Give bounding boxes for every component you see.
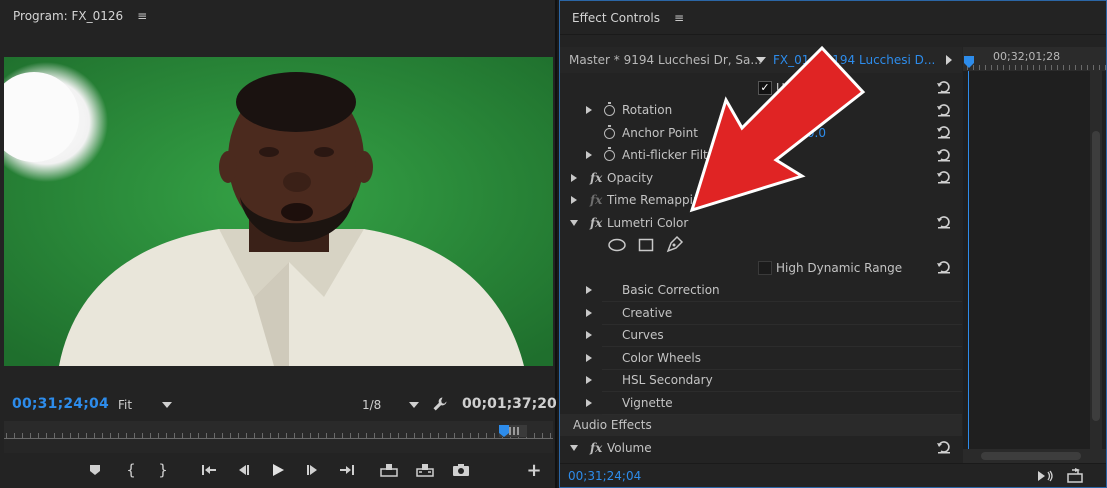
extract-button[interactable] — [415, 460, 435, 480]
playhead-icon[interactable] — [963, 55, 975, 69]
resolution-dropdown[interactable]: 1/8 — [362, 396, 420, 414]
panel-menu-icon[interactable]: ≡ — [137, 10, 147, 22]
export-frame-icon — [453, 464, 469, 476]
effect-timeline-area[interactable]: 00;32;01;28 — [963, 47, 1106, 463]
resolution-dropdown-label: 1/8 — [362, 398, 382, 412]
scrollbar-thumb[interactable] — [981, 452, 1081, 460]
program-current-timecode[interactable]: 00;31;24;04 — [12, 396, 109, 412]
timeline-ticks — [967, 65, 1106, 70]
effect-controls-header: Effect Controls ≡ — [560, 1, 1106, 35]
go-to-in-button[interactable] — [199, 460, 219, 480]
mark-out-button[interactable]: } — [153, 460, 173, 480]
program-monitor-panel: Program: FX_0126 ≡ 00;31;24;04 Fit 1/8 0… — [0, 0, 557, 488]
go-to-out-icon — [340, 465, 354, 475]
extract-icon — [416, 464, 434, 477]
effect-controls-footer: 00;31;24;04 — [560, 463, 1106, 487]
play-icon — [273, 464, 284, 476]
add-marker-button[interactable] — [85, 460, 105, 480]
fit-dropdown[interactable]: Fit — [118, 396, 173, 414]
step-forward-button[interactable] — [303, 460, 323, 480]
export-icon[interactable] — [1066, 468, 1084, 484]
play-audio-icon[interactable] — [1036, 468, 1054, 484]
go-to-out-button[interactable] — [337, 460, 357, 480]
program-panel-title[interactable]: Program: FX_0126 — [13, 9, 123, 23]
step-back-button[interactable] — [233, 460, 253, 480]
button-editor-button[interactable]: + — [524, 459, 544, 481]
panel-menu-icon[interactable]: ≡ — [674, 12, 684, 24]
effect-controls-title[interactable]: Effect Controls — [572, 11, 660, 25]
chevron-down-icon — [409, 402, 420, 408]
vertical-scrollbar[interactable] — [1090, 71, 1102, 449]
fit-dropdown-label: Fit — [118, 398, 133, 412]
step-back-icon — [239, 465, 249, 475]
program-time-ruler[interactable] — [4, 421, 553, 439]
program-zoom-scrollbar[interactable] — [4, 439, 553, 453]
lift-button[interactable] — [379, 460, 399, 480]
effect-timeline-ruler[interactable]: 00;32;01;28 — [963, 47, 1106, 71]
mark-in-icon: { — [126, 461, 136, 479]
program-panel-header: Program: FX_0126 ≡ — [0, 0, 555, 32]
show-timeline-icon[interactable] — [946, 55, 952, 65]
add-button-icon: + — [526, 459, 542, 481]
settings-wrench-icon[interactable] — [432, 396, 448, 412]
scrollbar-thumb[interactable] — [1092, 131, 1100, 421]
chevron-down-icon — [162, 402, 173, 408]
horizontal-scrollbar[interactable] — [963, 449, 1106, 463]
playhead-line — [968, 71, 969, 449]
mark-out-icon: } — [158, 461, 168, 479]
program-duration-timecode: 00;01;37;20 — [462, 396, 557, 412]
lift-icon — [380, 464, 398, 477]
time-ruler-ticks — [4, 425, 553, 439]
play-button[interactable] — [268, 460, 288, 480]
go-to-in-icon — [202, 465, 216, 475]
video-frame-image — [4, 57, 553, 366]
footer-timecode[interactable]: 00;31;24;04 — [568, 469, 641, 483]
red-arrow-icon — [689, 45, 866, 213]
step-forward-icon — [307, 465, 317, 475]
mark-in-button[interactable]: { — [121, 460, 141, 480]
program-video-frame[interactable] — [4, 57, 553, 366]
marker-icon — [90, 465, 100, 475]
export-frame-button[interactable] — [451, 460, 471, 480]
